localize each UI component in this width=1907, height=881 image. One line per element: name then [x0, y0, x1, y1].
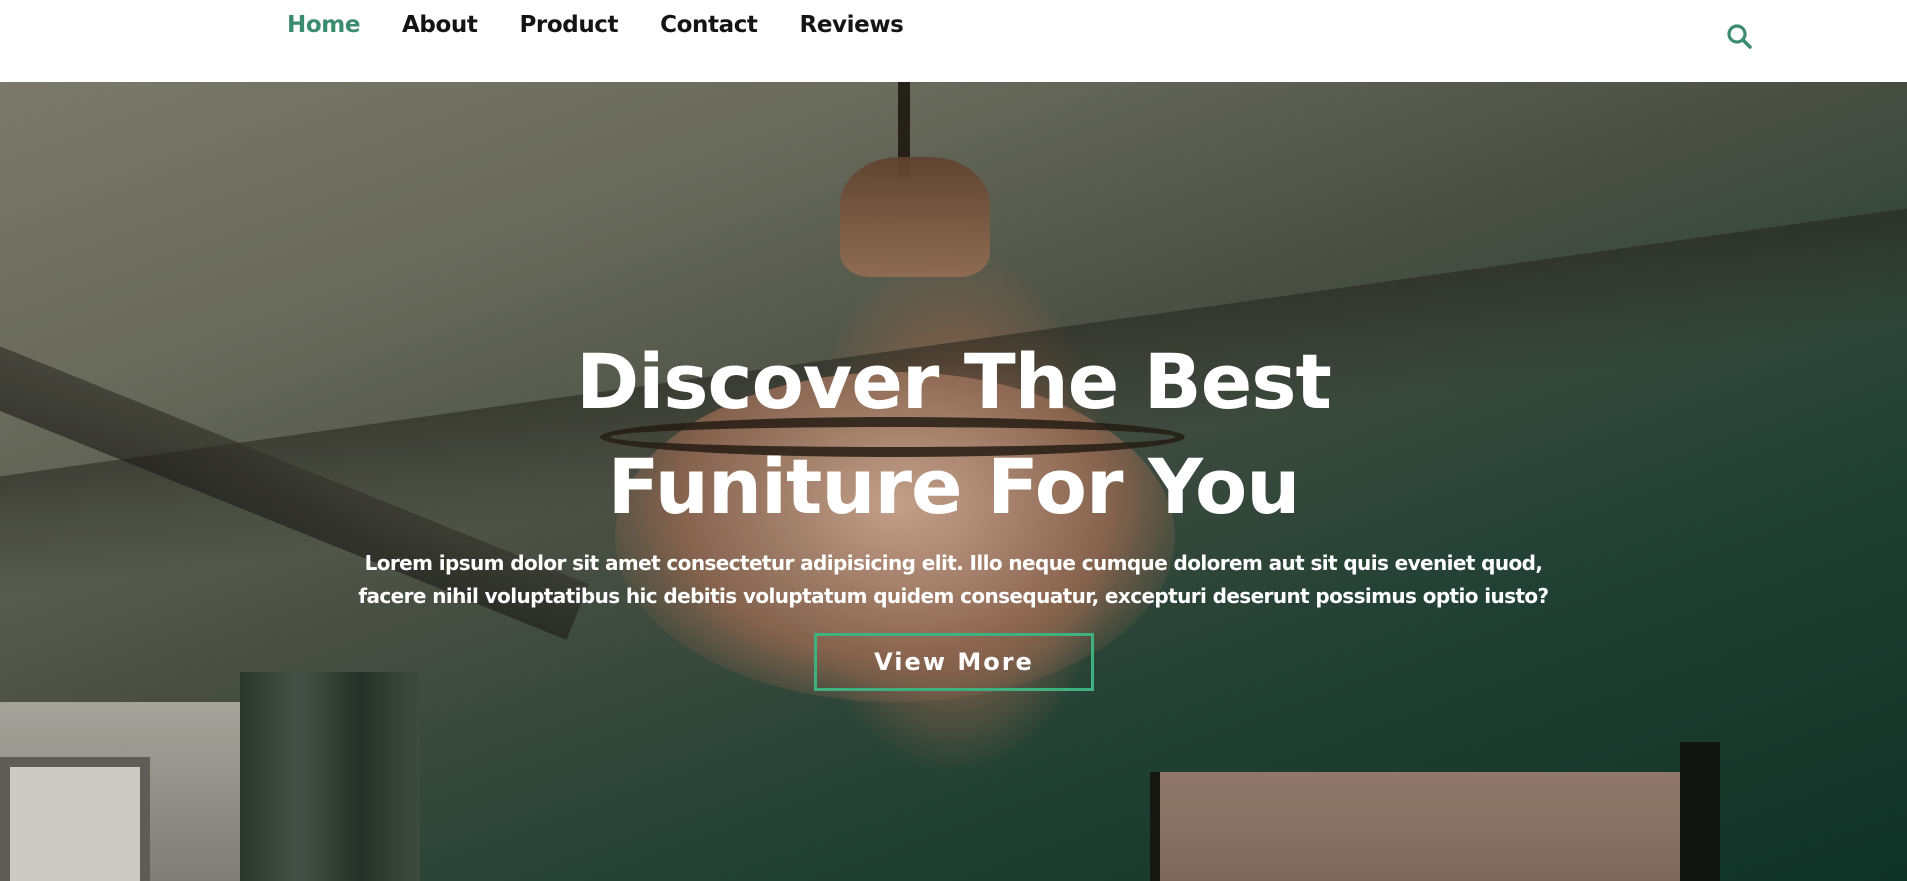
view-more-button[interactable]: View More: [814, 633, 1094, 691]
navbar: Home About Product Contact Reviews: [0, 0, 1907, 82]
search-button[interactable]: [1725, 22, 1755, 52]
nav-link-reviews[interactable]: Reviews: [800, 12, 904, 38]
hero-description: Lorem ipsum dolor sit amet consectetur a…: [358, 551, 1549, 608]
nav-link-about[interactable]: About: [402, 12, 478, 38]
hero-section: Discover The Best Funiture For You Lorem…: [0, 82, 1907, 881]
nav-menu: Home About Product Contact Reviews: [287, 12, 945, 38]
hero-title-line-1: Discover The Best: [576, 337, 1332, 426]
nav-link-contact[interactable]: Contact: [660, 12, 758, 38]
nav-link-product[interactable]: Product: [519, 12, 618, 38]
hero-title: Discover The Best Funiture For You: [0, 329, 1907, 539]
hero-title-line-2: Funiture For You: [607, 442, 1301, 531]
nav-link-home[interactable]: Home: [287, 12, 360, 38]
search-icon: [1727, 24, 1752, 49]
